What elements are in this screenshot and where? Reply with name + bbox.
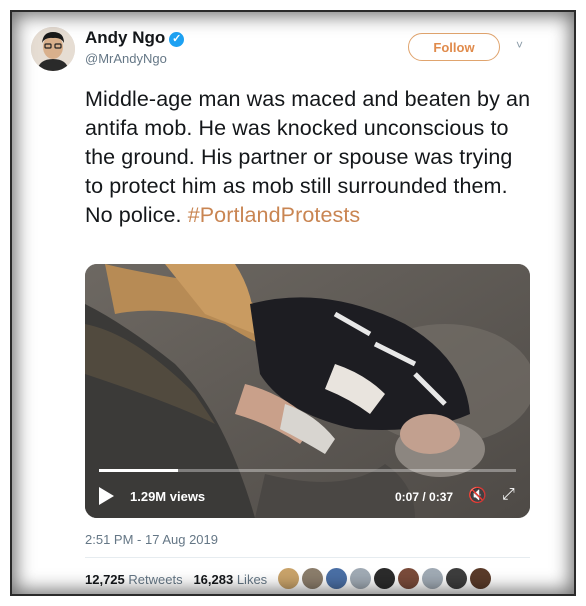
view-count: 1.29M views bbox=[130, 489, 206, 504]
retweets-label: Retweets bbox=[128, 572, 183, 587]
video-time: 0:07 / 0:37 bbox=[395, 490, 454, 504]
likes-count: 16,283 bbox=[193, 572, 234, 587]
liker-avatar[interactable] bbox=[422, 568, 443, 589]
engagement-stats: 12,725 Retweets 16,283 Likes bbox=[85, 572, 286, 589]
liker-avatar[interactable] bbox=[470, 568, 491, 589]
liker-avatar[interactable] bbox=[446, 568, 467, 589]
liker-avatar[interactable] bbox=[374, 568, 395, 589]
liker-avatars bbox=[278, 568, 491, 589]
video-player[interactable]: 1.29M views 0:07 / 0:37 🔇 ⤢ bbox=[85, 264, 530, 518]
author-name[interactable]: Andy Ngo ✓ bbox=[85, 28, 185, 48]
liker-avatar[interactable] bbox=[326, 568, 347, 589]
verified-icon: ✓ bbox=[169, 32, 185, 47]
author-name-text[interactable]: Andy Ngo bbox=[85, 28, 165, 47]
author-handle[interactable]: @MrAndyNgo bbox=[85, 51, 167, 66]
tweet-timestamp[interactable]: 2:51 PM - 17 Aug 2019 bbox=[85, 532, 218, 547]
tweet-text: Middle-age man was maced and beaten by a… bbox=[85, 85, 535, 230]
liker-avatar[interactable] bbox=[398, 568, 419, 589]
liker-avatar[interactable] bbox=[302, 568, 323, 589]
chevron-down-icon[interactable]: ˅ bbox=[516, 38, 523, 52]
follow-button[interactable]: Follow bbox=[408, 33, 500, 61]
hashtag-link[interactable]: #PortlandProtests bbox=[188, 203, 361, 227]
likes-label: Likes bbox=[236, 572, 268, 587]
liker-avatar[interactable] bbox=[278, 568, 299, 589]
video-frame bbox=[85, 264, 530, 518]
profile-photo bbox=[31, 27, 75, 71]
fullscreen-icon[interactable]: ⤢ bbox=[502, 486, 515, 504]
avatar[interactable] bbox=[31, 27, 75, 71]
video-progress-bar[interactable] bbox=[99, 469, 516, 472]
play-icon[interactable] bbox=[99, 487, 114, 505]
liker-avatar[interactable] bbox=[350, 568, 371, 589]
divider bbox=[85, 557, 530, 558]
video-progress-fill bbox=[99, 469, 179, 472]
likes-stat[interactable]: 16,283 Likes bbox=[193, 572, 267, 587]
mute-icon[interactable]: 🔇 bbox=[468, 486, 487, 504]
retweets-count: 12,725 bbox=[85, 572, 125, 587]
retweets-stat[interactable]: 12,725 Retweets bbox=[85, 572, 183, 587]
